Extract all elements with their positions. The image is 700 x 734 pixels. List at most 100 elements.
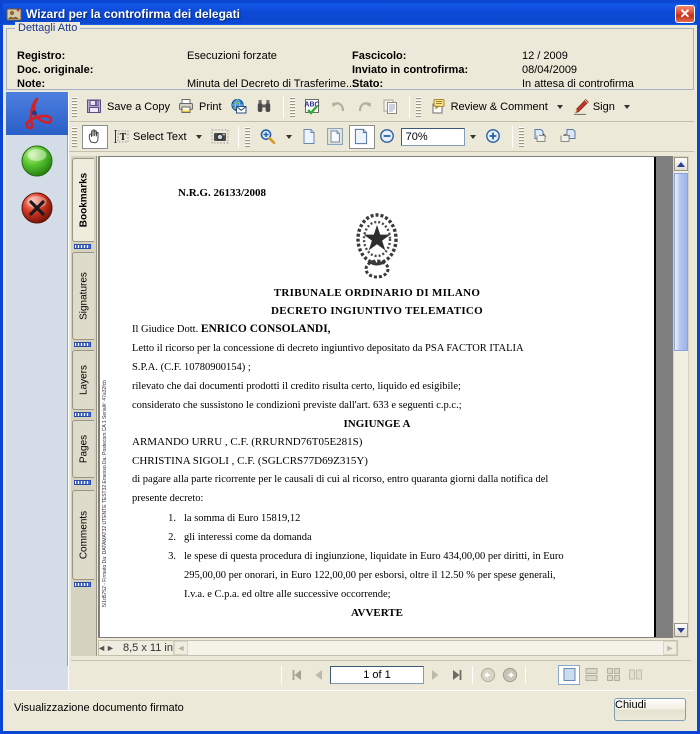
resize-grip-icon[interactable]: ◄► bbox=[97, 641, 115, 655]
zoom-out-button[interactable] bbox=[375, 125, 401, 149]
tab-pages-grip-icon[interactable] bbox=[74, 480, 91, 485]
magnifier-plus-icon bbox=[259, 128, 277, 146]
continuous-layout-button[interactable] bbox=[580, 665, 602, 685]
scroll-up-button[interactable] bbox=[674, 157, 688, 171]
details-legend: Dettagli Atto bbox=[15, 22, 81, 34]
acrobat-icon[interactable] bbox=[18, 95, 56, 133]
toolbar-grip-icon[interactable] bbox=[72, 96, 77, 117]
review-and-comment-button[interactable]: Review & Comment bbox=[426, 95, 552, 119]
tab-pages-label: Pages bbox=[78, 434, 89, 464]
toolbar-grip-icon[interactable] bbox=[415, 96, 421, 117]
search-button[interactable] bbox=[252, 95, 278, 119]
zoom-level-input[interactable]: 70% bbox=[400, 127, 465, 146]
doc-judge-name: ENRICO CONSOLANDI, bbox=[200, 323, 331, 335]
continuous-facing-layout-button[interactable] bbox=[624, 665, 646, 685]
tab-comments[interactable]: Comments bbox=[72, 490, 94, 580]
select-text-label: Select Text bbox=[133, 130, 187, 143]
undo-arrow-icon bbox=[330, 98, 348, 116]
previous-page-button[interactable] bbox=[308, 665, 330, 685]
doc-list-item-3-line3: I.v.a. e C.p.a. ed oltre alle successive… bbox=[184, 589, 391, 600]
doc-list-item-1-text: la somma di Euro 15819,12 bbox=[184, 513, 301, 524]
scroll-left-button[interactable]: ◄ bbox=[173, 641, 188, 655]
page-canvas[interactable]: 5/1d5752 - Firmato Da: DATAMAT32 UTENTE … bbox=[98, 156, 678, 638]
copy-button[interactable] bbox=[378, 95, 404, 119]
zoom-dropdown-caret-icon[interactable] bbox=[285, 134, 292, 139]
next-view-nav-button[interactable] bbox=[499, 665, 521, 685]
chiudi-button[interactable]: Chiudi bbox=[614, 698, 686, 721]
doc-party-1: ARMANDO URRU , C.F. (RRURND76T05E281S) bbox=[132, 436, 363, 448]
view-history-group bbox=[527, 124, 583, 150]
previous-view-nav-button[interactable] bbox=[477, 665, 499, 685]
hand-tool-button[interactable] bbox=[82, 124, 108, 149]
vertical-scrollbar[interactable] bbox=[673, 156, 689, 638]
zoom-tool-button[interactable] bbox=[255, 125, 281, 149]
redo-button[interactable] bbox=[352, 95, 378, 119]
review-dropdown-caret-icon[interactable] bbox=[556, 104, 563, 109]
zoom-in-button[interactable] bbox=[481, 125, 507, 149]
toolbar-grip-icon[interactable] bbox=[289, 96, 295, 117]
document-viewport: Bookmarks Signatures Layers Pages Commen… bbox=[69, 154, 695, 696]
tab-bookmarks-label: Bookmarks bbox=[78, 172, 89, 228]
actual-size-button[interactable] bbox=[297, 125, 323, 149]
single-page-layout-button[interactable] bbox=[558, 664, 580, 685]
value-note: Minuta del Decreto di Trasferime... bbox=[187, 78, 356, 90]
zoom-level-caret-icon[interactable] bbox=[469, 134, 476, 139]
pen-sign-icon bbox=[572, 98, 590, 116]
sign-dropdown-caret-icon[interactable] bbox=[623, 104, 630, 109]
snapshot-button[interactable] bbox=[207, 125, 233, 149]
next-page-button[interactable] bbox=[424, 665, 446, 685]
page-number-input[interactable]: 1 of 1 bbox=[330, 665, 424, 684]
fit-width-button[interactable] bbox=[348, 124, 375, 149]
doc-list-item-3-number: 3. bbox=[168, 551, 176, 562]
tab-layers[interactable]: Layers bbox=[72, 350, 94, 410]
label-doc-originale: Doc. originale: bbox=[17, 64, 94, 76]
scroll-down-button[interactable] bbox=[674, 623, 688, 637]
previous-view-button[interactable] bbox=[529, 125, 555, 149]
green-ok-icon[interactable] bbox=[18, 142, 56, 180]
doc-list-item-2-number: 2. bbox=[168, 532, 176, 543]
value-stato: In attesa di controfirma bbox=[522, 78, 634, 90]
red-cancel-icon[interactable] bbox=[18, 189, 56, 227]
doc-heading-avverte: AVVERTE bbox=[351, 607, 403, 619]
next-view-button[interactable] bbox=[555, 125, 581, 149]
doc-judge-line: Il Giudice Dott. ENRICO CONSOLANDI, bbox=[132, 323, 331, 336]
app-window: Wizard per la controfirma dei delegati ✕… bbox=[0, 0, 700, 734]
binoculars-icon bbox=[256, 98, 274, 116]
vertical-scrollbar-thumb[interactable] bbox=[674, 173, 688, 351]
first-page-button[interactable] bbox=[286, 665, 308, 685]
select-text-button[interactable]: T Select Text bbox=[108, 125, 191, 149]
toolbar-grip-icon[interactable] bbox=[244, 126, 250, 147]
tab-signatures[interactable]: Signatures bbox=[72, 252, 94, 340]
facing-layout-button[interactable] bbox=[602, 665, 624, 685]
tab-bookmarks[interactable]: Bookmarks bbox=[72, 158, 94, 242]
sign-button[interactable]: Sign bbox=[568, 95, 619, 119]
fit-width-icon bbox=[353, 128, 371, 146]
toolbar-file: Save a Copy Print ABC Review & Comment S… bbox=[69, 92, 694, 122]
tasks-toolbar-group: Review & Comment Sign bbox=[424, 94, 637, 120]
last-page-button[interactable] bbox=[446, 665, 468, 685]
page-size-bar: ◄► 8,5 x 11 in ◄ ► bbox=[97, 640, 678, 656]
close-button[interactable]: ✕ bbox=[675, 5, 695, 23]
tab-bookmarks-grip-icon[interactable] bbox=[74, 244, 91, 249]
acrobat-pane: Save a Copy Print ABC Review & Comment S… bbox=[68, 92, 695, 696]
horizontal-scroll-track[interactable]: ◄ ► bbox=[172, 641, 677, 655]
fit-page-button[interactable] bbox=[323, 125, 349, 149]
review-and-comment-label: Review & Comment bbox=[450, 100, 548, 113]
email-button[interactable] bbox=[226, 95, 252, 119]
tab-pages[interactable]: Pages bbox=[72, 420, 94, 478]
chevron-down-icon bbox=[677, 627, 685, 633]
toolbar-grip-icon[interactable] bbox=[518, 126, 524, 147]
abc-spellcheck-icon: ABC bbox=[304, 98, 322, 116]
undo-button[interactable] bbox=[326, 95, 352, 119]
tab-layers-grip-icon[interactable] bbox=[74, 412, 91, 417]
toolbar-grip-icon[interactable] bbox=[72, 126, 77, 147]
save-a-copy-button[interactable]: Save a Copy bbox=[82, 95, 174, 119]
tab-signatures-grip-icon[interactable] bbox=[74, 342, 91, 347]
scroll-right-button[interactable]: ► bbox=[663, 641, 677, 655]
toolbar-view: T Select Text 70% bbox=[69, 122, 694, 152]
spell-check-button[interactable]: ABC bbox=[300, 95, 326, 119]
print-button[interactable]: Print bbox=[174, 95, 226, 119]
select-dropdown-caret-icon[interactable] bbox=[195, 134, 202, 139]
tab-comments-grip-icon[interactable] bbox=[74, 582, 91, 587]
value-fascicolo: 12 / 2009 bbox=[522, 50, 568, 62]
